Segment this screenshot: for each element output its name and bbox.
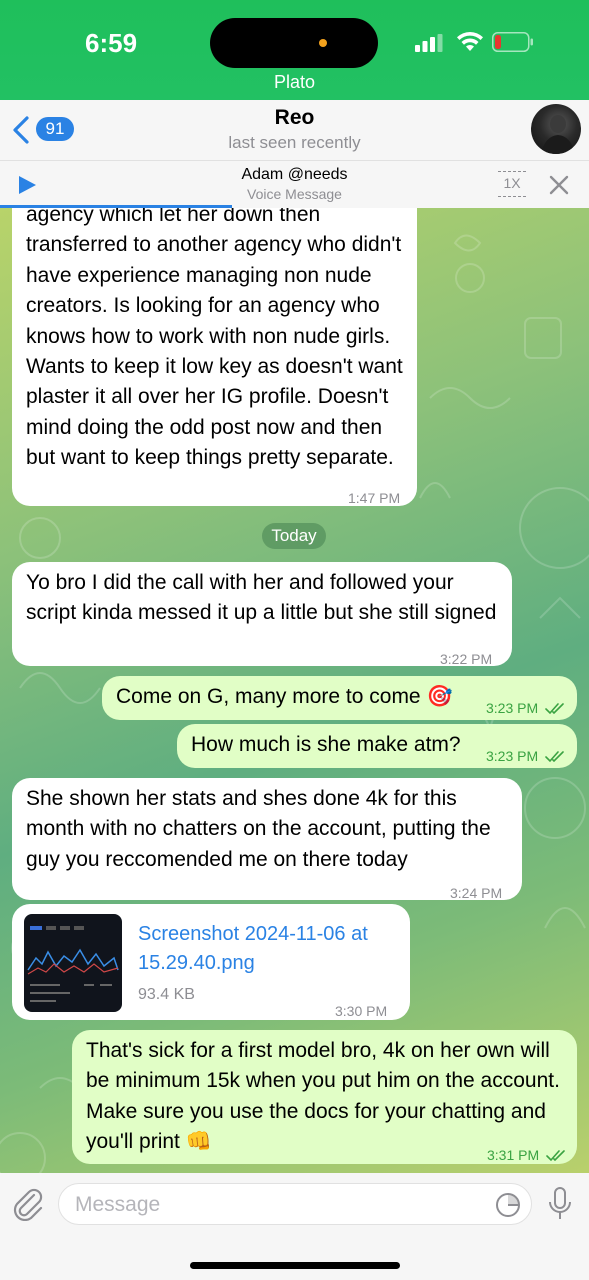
stats-chart-thumbnail-icon (27, 926, 119, 1002)
cellular-signal-icon (415, 34, 443, 52)
date-divider: Today (262, 523, 326, 549)
message-input[interactable]: Message (58, 1183, 532, 1225)
message-bubble-incoming[interactable]: agency which let her down then transferr… (12, 208, 417, 506)
clock: 6:59 (85, 28, 138, 58)
double-check-icon (545, 751, 564, 763)
dynamic-island (210, 18, 378, 68)
message-bubble-outgoing[interactable]: That's sick for a first model bro, 4k on… (72, 1030, 577, 1164)
battery-icon (492, 32, 533, 52)
contact-last-seen: last seen recently (228, 133, 361, 152)
message-time: 3:24 PM (450, 885, 503, 901)
message-text: Yo bro I did the call with her and follo… (26, 571, 497, 625)
home-indicator[interactable] (190, 1262, 400, 1269)
avatar-silhouette-icon (541, 115, 575, 154)
avatar[interactable] (531, 104, 581, 154)
message-bubble-outgoing[interactable]: Come on G, many more to come 🎯 3:23 PM (102, 676, 577, 720)
message-time: 3:22 PM (440, 651, 493, 667)
message-time: 3:23 PM (486, 693, 565, 723)
playback-speed-button[interactable]: 1X (498, 171, 526, 197)
sticker-icon[interactable] (495, 1192, 521, 1218)
double-check-icon (545, 703, 564, 715)
paperclip-icon[interactable] (12, 1187, 44, 1221)
wifi-icon (457, 31, 483, 51)
chat-messages-area[interactable]: agency which let her down then transferr… (0, 208, 589, 1173)
message-text: She shown her stats and shes done 4k for… (26, 787, 491, 871)
status-bar: 6:59 Plato (0, 0, 589, 100)
microphone-icon[interactable] (547, 1187, 573, 1221)
message-input-bar: Message (0, 1173, 589, 1280)
file-thumbnail[interactable] (24, 914, 122, 1012)
message-time: 1:47 PM (348, 490, 401, 506)
double-check-icon (546, 1150, 565, 1162)
message-bubble-incoming[interactable]: She shown her stats and shes done 4k for… (12, 778, 522, 901)
contact-name[interactable]: Reo (0, 106, 589, 130)
file-name-link[interactable]: Screenshot 2024-11-06 at 15.29.40.png (138, 920, 408, 978)
file-size: 93.4 KB (138, 986, 195, 1003)
message-placeholder: Message (75, 1193, 161, 1216)
chat-header: 91 Reo last seen recently (0, 100, 589, 160)
active-call-label[interactable]: Plato (0, 72, 589, 93)
message-bubble-incoming[interactable]: Yo bro I did the call with her and follo… (12, 562, 512, 667)
message-time: 3:31 PM (487, 1140, 566, 1170)
file-message-bubble[interactable]: Screenshot 2024-11-06 at 15.29.40.png 93… (12, 904, 410, 1020)
message-time: 3:30 PM (335, 1003, 388, 1019)
telegram-chat-screen: 6:59 Plato 91 Reo last seen recently Ada… (0, 0, 589, 1280)
voice-message-player[interactable]: Adam @needs Voice Message 1X (0, 160, 589, 208)
message-text: agency which let her down then transferr… (26, 208, 403, 470)
recording-indicator (319, 39, 327, 47)
close-icon[interactable] (548, 174, 570, 196)
message-time: 3:23 PM (486, 741, 565, 771)
message-bubble-outgoing[interactable]: How much is she make atm? 3:23 PM (177, 724, 577, 768)
